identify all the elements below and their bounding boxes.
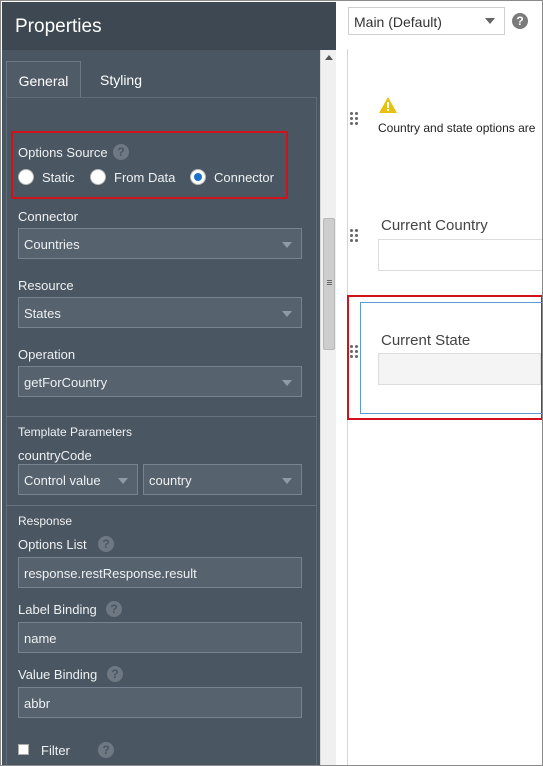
current-country-label: Current Country [381, 217, 488, 234]
divider [6, 416, 317, 417]
chevron-down-icon [282, 242, 292, 248]
panel-scrollbar[interactable] [320, 50, 336, 765]
value-binding-label: Value Binding [18, 667, 98, 682]
options-list-value: response.restResponse.result [24, 566, 197, 581]
form-canvas: Main (Default) ? Country and state optio… [336, 1, 542, 765]
chevron-down-icon [118, 478, 128, 484]
help-icon[interactable]: ? [98, 536, 114, 552]
drag-handle-icon[interactable] [350, 345, 358, 361]
filter-label: Filter [41, 743, 70, 758]
chevron-down-icon [282, 478, 292, 484]
drag-handle-icon[interactable] [350, 112, 358, 128]
label-binding-value: name [24, 631, 57, 646]
options-list-label: Options List [18, 537, 87, 552]
filter-checkbox[interactable] [18, 744, 29, 755]
current-state-label: Current State [381, 332, 471, 349]
connector-select[interactable]: Countries [18, 228, 302, 259]
warning-icon [379, 97, 397, 113]
param-name-label: countryCode [18, 448, 92, 463]
resource-select[interactable]: States [18, 297, 302, 328]
chevron-down-icon [282, 380, 292, 386]
panel-title: Properties [15, 16, 102, 37]
radio-static[interactable] [18, 169, 34, 185]
connector-label: Connector [18, 209, 78, 224]
tab-general[interactable]: General [6, 61, 81, 98]
label-binding-label: Label Binding [18, 602, 97, 617]
radio-from-data-label: From Data [114, 170, 176, 185]
value-binding-value: abbr [24, 696, 51, 711]
resource-label: Resource [18, 278, 74, 293]
view-mode-value: Main (Default) [354, 14, 442, 30]
panel-header: Properties [2, 2, 336, 50]
resource-value: States [24, 306, 61, 321]
value-binding-input[interactable]: abbr [18, 687, 302, 718]
warning-message: Country and state options are [378, 121, 536, 135]
help-icon[interactable]: ? [113, 144, 129, 160]
app-window: Properties General Styling Options Sourc… [0, 0, 543, 766]
properties-panel: Properties General Styling Options Sourc… [2, 2, 336, 765]
scroll-thumb[interactable] [323, 218, 335, 350]
radio-from-data[interactable] [90, 169, 106, 185]
divider [6, 505, 317, 506]
options-source-highlight [11, 131, 288, 199]
options-source-label: Options Source [18, 145, 108, 160]
param-type-value: Control value [24, 473, 101, 488]
grip-line [327, 284, 332, 285]
operation-label: Operation [18, 347, 76, 362]
grip-line [327, 282, 332, 283]
response-label: Response [18, 514, 73, 528]
tab-styling[interactable]: Styling [86, 61, 156, 98]
chevron-down-icon [282, 311, 292, 317]
radio-static-label: Static [42, 170, 75, 185]
param-control-select[interactable]: country [143, 464, 302, 495]
param-control-value: country [149, 473, 192, 488]
help-icon[interactable]: ? [107, 666, 123, 682]
canvas-toolbar: Main (Default) ? [336, 1, 542, 49]
label-binding-input[interactable]: name [18, 622, 302, 653]
view-mode-select[interactable]: Main (Default) [348, 7, 505, 35]
grip-line [327, 280, 332, 281]
operation-select[interactable]: getForCountry [18, 366, 302, 397]
radio-connector[interactable] [190, 169, 206, 185]
current-state-input[interactable] [378, 353, 541, 385]
help-icon[interactable]: ? [98, 742, 114, 758]
operation-value: getForCountry [24, 375, 108, 390]
help-icon[interactable]: ? [512, 13, 528, 29]
help-icon[interactable]: ? [106, 601, 122, 617]
connector-value: Countries [24, 237, 80, 252]
radio-connector-label: Connector [214, 170, 274, 185]
param-type-select[interactable]: Control value [18, 464, 138, 495]
chevron-down-icon [485, 18, 495, 24]
options-list-input[interactable]: response.restResponse.result [18, 557, 302, 588]
template-parameters-label: Template Parameters [18, 425, 133, 439]
current-country-input[interactable] [378, 239, 542, 271]
drag-handle-icon[interactable] [350, 229, 358, 245]
scroll-up-arrow-icon[interactable] [325, 55, 333, 60]
